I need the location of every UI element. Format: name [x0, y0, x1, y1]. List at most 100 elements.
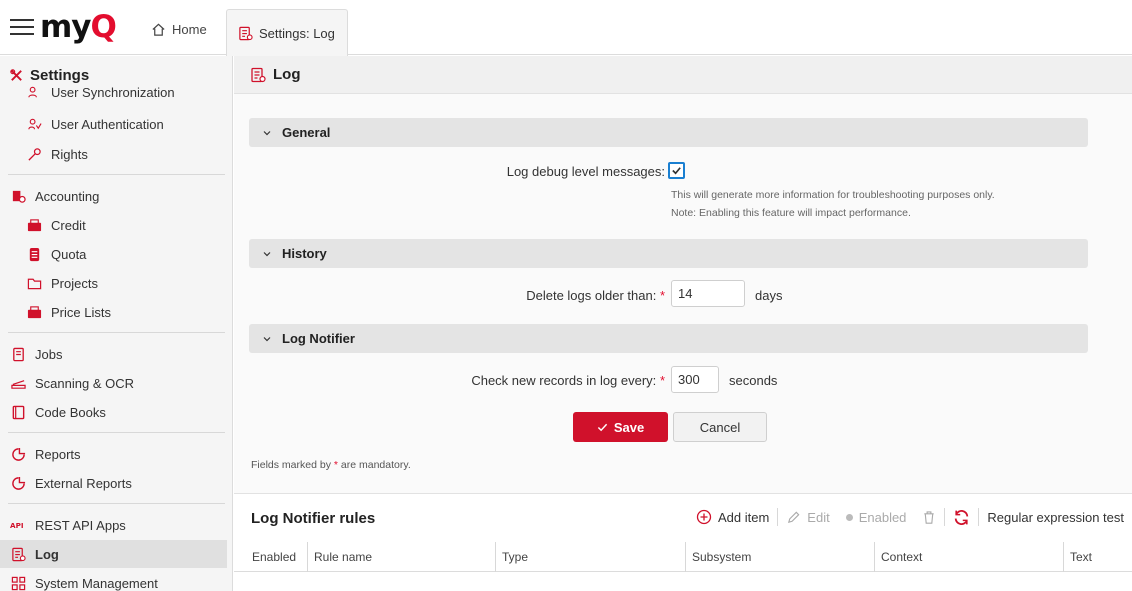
sidebar-item-code-books[interactable]: Code Books	[0, 398, 227, 426]
myq-logo[interactable]: myQ	[40, 9, 117, 45]
sidebar-divider	[8, 432, 225, 433]
chevron-down-icon	[259, 125, 275, 141]
log-icon	[237, 25, 253, 41]
pencil-icon	[788, 511, 800, 523]
save-button[interactable]: Save	[573, 412, 668, 442]
dot-icon	[845, 513, 853, 521]
section-history-header[interactable]: History	[249, 239, 1088, 268]
sidebar-item-quota[interactable]: Quota	[0, 240, 227, 268]
column-header-subsystem[interactable]: Subsystem	[685, 542, 874, 572]
chevron-down-icon	[259, 246, 275, 262]
sidebar-item-reports[interactable]: Reports	[0, 440, 227, 468]
sidebar-item-label: Rights	[51, 146, 88, 162]
add-circle-icon	[696, 509, 712, 525]
tab-home-label: Home	[172, 21, 207, 37]
log-icon	[10, 546, 26, 562]
column-header-context[interactable]: Context	[874, 542, 1063, 572]
chevron-down-icon	[259, 331, 275, 347]
sidebar-item-label: Quota	[51, 246, 87, 262]
delete-logs-input[interactable]	[671, 280, 745, 307]
delete-button[interactable]	[914, 510, 944, 525]
column-header-text[interactable]: Text	[1063, 542, 1132, 572]
sidebar-item-credit[interactable]: Credit	[0, 211, 227, 239]
required-marker: *	[333, 459, 338, 471]
top-bar: myQ Home Settings: Log	[0, 0, 1132, 56]
sidebar-item-user-authentication[interactable]: User Authentication	[0, 110, 227, 138]
tab-home[interactable]: Home	[140, 14, 217, 44]
jobs-icon	[10, 346, 26, 362]
add-item-label: Add item	[717, 509, 770, 525]
tab-settings-log[interactable]: Settings: Log	[226, 9, 348, 56]
quota-icon	[26, 246, 42, 262]
sidebar-divider	[8, 174, 225, 175]
sidebar-item-log[interactable]: Log	[0, 540, 227, 568]
sidebar-item-label: User Synchronization	[51, 84, 175, 100]
cancel-button[interactable]: Cancel	[673, 412, 767, 442]
check-records-label-text: Check new records in log every:	[471, 373, 657, 388]
trash-icon	[924, 510, 935, 524]
add-item-button[interactable]: Add item	[688, 509, 777, 525]
rules-title: Log Notifier rules	[251, 510, 376, 527]
sidebar-item-system-management[interactable]: System Management	[0, 569, 227, 591]
log-notifier-rules-panel: Log Notifier rules Add item Edit Enabled	[234, 493, 1132, 591]
regex-test-button[interactable]: Regular expression test	[979, 510, 1132, 525]
sidebar-item-projects[interactable]: Projects	[0, 269, 227, 297]
enabled-label: Enabled	[858, 509, 907, 525]
enabled-toggle-button[interactable]: Enabled	[838, 510, 915, 525]
required-marker: *	[659, 288, 665, 303]
sidebar-divider	[8, 503, 225, 504]
page-title: Log	[273, 66, 301, 83]
external-reports-icon	[10, 475, 26, 491]
delete-logs-label: Delete logs older than: *	[526, 288, 665, 303]
book-icon	[10, 404, 26, 420]
user-auth-icon	[26, 116, 42, 132]
check-records-input[interactable]	[671, 366, 719, 393]
delete-logs-label-text: Delete logs older than:	[526, 288, 657, 303]
column-header-type[interactable]: Type	[495, 542, 685, 572]
sidebar-item-rest-api-apps[interactable]: API REST API Apps	[0, 511, 227, 539]
page-header: Log	[234, 56, 1132, 94]
check-icon	[672, 167, 681, 175]
mandatory-note: Fields marked by * are mandatory.	[251, 459, 411, 471]
api-icon: API	[10, 517, 26, 533]
refresh-button[interactable]	[945, 509, 978, 526]
sidebar-item-label: Projects	[51, 275, 98, 291]
sidebar-item-price-lists[interactable]: Price Lists	[0, 298, 227, 326]
sidebar-item-accounting[interactable]: Accounting	[0, 182, 227, 210]
debug-checkbox[interactable]	[668, 162, 685, 179]
check-records-label: Check new records in log every: *	[471, 373, 665, 388]
section-log-notifier-header[interactable]: Log Notifier	[249, 324, 1088, 353]
edit-button[interactable]: Edit	[778, 510, 837, 525]
rules-table-header: Enabled Rule name Type Subsystem Context…	[234, 542, 1132, 572]
hamburger-menu-icon[interactable]	[10, 19, 34, 37]
section-title: General	[282, 125, 331, 140]
accounting-icon	[10, 188, 26, 204]
column-header-rule-name[interactable]: Rule name	[307, 542, 495, 572]
sidebar-item-label: External Reports	[35, 475, 132, 491]
svg-text:API: API	[10, 521, 24, 530]
sidebar-item-scanning-ocr[interactable]: Scanning & OCR	[0, 369, 227, 397]
refresh-icon	[955, 509, 969, 525]
sidebar-item-user-synchronization[interactable]: User Synchronization	[0, 78, 227, 106]
check-records-unit: seconds	[729, 373, 778, 388]
required-marker: *	[659, 373, 665, 388]
column-header-enabled[interactable]: Enabled	[246, 542, 306, 572]
sidebar-item-label: Accounting	[35, 188, 100, 204]
debug-hint-2: Note: Enabling this feature will impact …	[671, 207, 911, 219]
sidebar-item-jobs[interactable]: Jobs	[0, 340, 227, 368]
section-title: Log Notifier	[282, 331, 355, 346]
reports-icon	[10, 446, 26, 462]
edit-label: Edit	[807, 509, 830, 525]
sidebar-item-rights[interactable]: Rights	[0, 140, 227, 168]
sidebar-item-label: Code Books	[35, 404, 106, 420]
sidebar-item-external-reports[interactable]: External Reports	[0, 469, 227, 497]
regex-test-label: Regular expression test	[987, 509, 1124, 525]
home-icon	[150, 21, 166, 37]
mandatory-prefix: Fields marked by	[251, 459, 331, 471]
log-icon	[250, 67, 266, 83]
key-icon	[26, 146, 42, 162]
sync-users-icon	[26, 84, 42, 100]
section-general-header[interactable]: General	[249, 118, 1088, 147]
delete-logs-unit: days	[755, 288, 783, 303]
check-icon	[597, 423, 607, 431]
